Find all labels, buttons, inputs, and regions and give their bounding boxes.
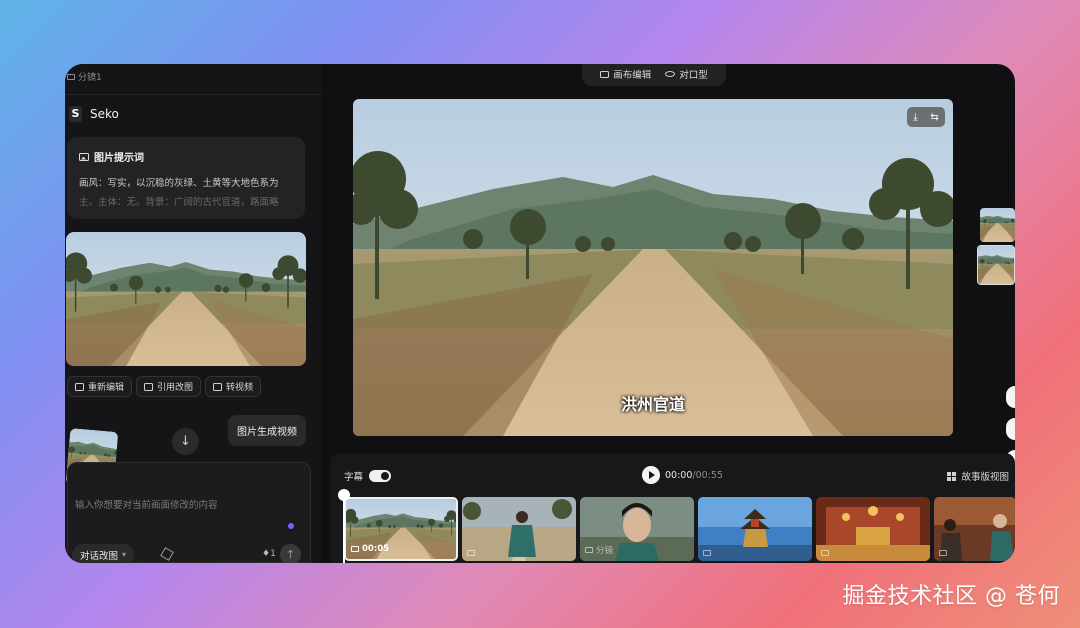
playback-controls: 00:00/00:55: [642, 466, 723, 484]
preview-actions: ⤓ ⇆: [907, 107, 945, 127]
canvas-edit-label: 画布编辑: [613, 70, 652, 81]
brand-name: Seko: [90, 107, 119, 121]
reference-icon: [144, 382, 154, 391]
to-video-button[interactable]: 转视频: [205, 376, 262, 397]
shot-tab-label: 分镜1: [78, 73, 102, 83]
current-time: 00:00: [665, 469, 693, 481]
prompt-line-2: 主。主体：无。背景：广阔的古代官道，路面略: [79, 197, 279, 208]
clip-2-label: [467, 550, 475, 556]
clip-1-duration: 00:05: [362, 544, 390, 554]
clip-2[interactable]: [462, 497, 576, 561]
storyboard-view-button[interactable]: 故事版视图: [947, 469, 1009, 483]
reference-edit-button[interactable]: 引用改图: [136, 376, 202, 397]
play-button[interactable]: [642, 466, 660, 484]
clip-5-label: [821, 550, 829, 556]
chat-input-box[interactable]: 输入你想要对当前画面修改的内容 对话改图 ▾ ♦1 ↑: [67, 462, 311, 563]
divider: [65, 94, 321, 95]
clip-3-title: 分镜: [596, 546, 614, 556]
timeline-playhead[interactable]: [338, 489, 350, 563]
seko-logo-icon: S: [69, 106, 82, 122]
cube-icon[interactable]: [160, 547, 174, 561]
credit-count: ♦1: [262, 549, 276, 559]
storyboard-view-label: 故事版视图: [961, 472, 1009, 483]
side-control-2[interactable]: [1006, 418, 1015, 440]
video-icon: [821, 550, 829, 556]
subtitle-toggle-label: 字幕: [344, 472, 364, 483]
image-prompt-card: 图片提示词 画风：写实，以沉稳的灰绿、土黄等大地色系为 主。主体：无。背景：广阔…: [67, 137, 305, 219]
image-to-video-button[interactable]: 图片生成视频: [228, 415, 306, 446]
video-icon: [585, 547, 593, 553]
prompt-text: 画风：写实，以沉稳的灰绿、土黄等大地色系为 主。主体：无。背景：广阔的古代官道，…: [79, 174, 293, 212]
image-icon: [351, 546, 359, 552]
status-dot: [288, 523, 294, 529]
side-thumbnail-1[interactable]: [980, 208, 1015, 242]
download-icon[interactable]: ⤓: [913, 112, 917, 123]
clip-1-label: 00:05: [351, 544, 389, 554]
swap-icon[interactable]: ⇆: [930, 112, 938, 123]
video-subtitle: 洪州官道: [620, 395, 685, 414]
image-actions: 重新编辑 引用改图 转视频: [67, 376, 262, 397]
prompt-title-text: 图片提示词: [94, 153, 144, 164]
arrow-up-icon: ↑: [285, 548, 296, 561]
side-control-1[interactable]: [1006, 386, 1015, 408]
side-thumbnail-2[interactable]: [977, 245, 1015, 285]
clip-3-label: 分镜: [585, 544, 613, 556]
chevron-down-icon: ▾: [122, 550, 127, 559]
video-icon: [467, 550, 475, 556]
clip-3[interactable]: 分镜: [580, 497, 694, 561]
timeline-panel: 字幕 00:00/00:55 故事版视图 00:05 分镜: [330, 453, 1015, 563]
watermark: 掘金技术社区 @ 苍何: [842, 584, 1060, 609]
prompt-line-1: 画风：写实，以沉稳的灰绿、土黄等大地色系为: [79, 178, 279, 189]
preview-image: [353, 99, 953, 436]
camera-icon: [67, 73, 75, 80]
canvas-icon: [600, 70, 610, 78]
app-window: 分镜1 S Seko 图片提示词 画风：写实，以沉稳的灰绿、土黄等大地色系为 主…: [65, 64, 1015, 563]
grid-icon: [947, 471, 957, 481]
subtitle-switch[interactable]: [369, 470, 392, 482]
brand: S Seko: [69, 106, 119, 122]
video-icon: [213, 382, 223, 391]
re-edit-button[interactable]: 重新编辑: [67, 376, 133, 397]
clip-6[interactable]: [934, 497, 1015, 561]
send-button[interactable]: ↑: [280, 544, 301, 563]
main-preview[interactable]: ⤓ ⇆ 洪州官道: [353, 99, 953, 436]
lip-sync-label: 对口型: [679, 70, 708, 81]
lip-sync-icon: [665, 71, 676, 77]
prompt-card-title: 图片提示词: [79, 149, 293, 164]
top-toolbar: 画布编辑 对口型: [582, 64, 726, 86]
clip-5[interactable]: [816, 497, 930, 561]
clip-6-label: [939, 550, 947, 556]
to-video-label: 转视频: [226, 383, 254, 393]
lip-sync-button[interactable]: 对口型: [665, 67, 708, 81]
left-panel: 分镜1 S Seko 图片提示词 画风：写实，以沉稳的灰绿、土黄等大地色系为 主…: [65, 64, 321, 563]
shot-tab[interactable]: 分镜1: [67, 70, 102, 83]
canvas-edit-button[interactable]: 画布编辑: [600, 67, 651, 81]
clip-1[interactable]: 00:05: [344, 497, 458, 561]
generated-image-thumbnail[interactable]: [66, 232, 306, 366]
edit-icon: [75, 382, 84, 391]
subtitle-toggle[interactable]: 字幕: [344, 469, 392, 483]
image-icon: [79, 152, 89, 161]
clip-4-label: [703, 550, 711, 556]
clip-4[interactable]: [698, 497, 812, 561]
total-time: /00:55: [692, 469, 723, 481]
re-edit-label: 重新编辑: [88, 383, 125, 393]
clip-strip: 00:05 分镜: [344, 497, 1015, 561]
chat-mode-dropdown[interactable]: 对话改图 ▾: [72, 544, 135, 563]
video-icon: [703, 550, 711, 556]
arrow-down-icon: ↓: [180, 434, 191, 449]
chat-input-placeholder[interactable]: 输入你想要对当前画面修改的内容: [75, 497, 218, 511]
reference-edit-label: 引用改图: [157, 383, 194, 393]
scroll-down-button[interactable]: ↓: [172, 428, 199, 455]
chat-mode-label: 对话改图: [80, 550, 119, 562]
video-icon: [939, 550, 947, 556]
